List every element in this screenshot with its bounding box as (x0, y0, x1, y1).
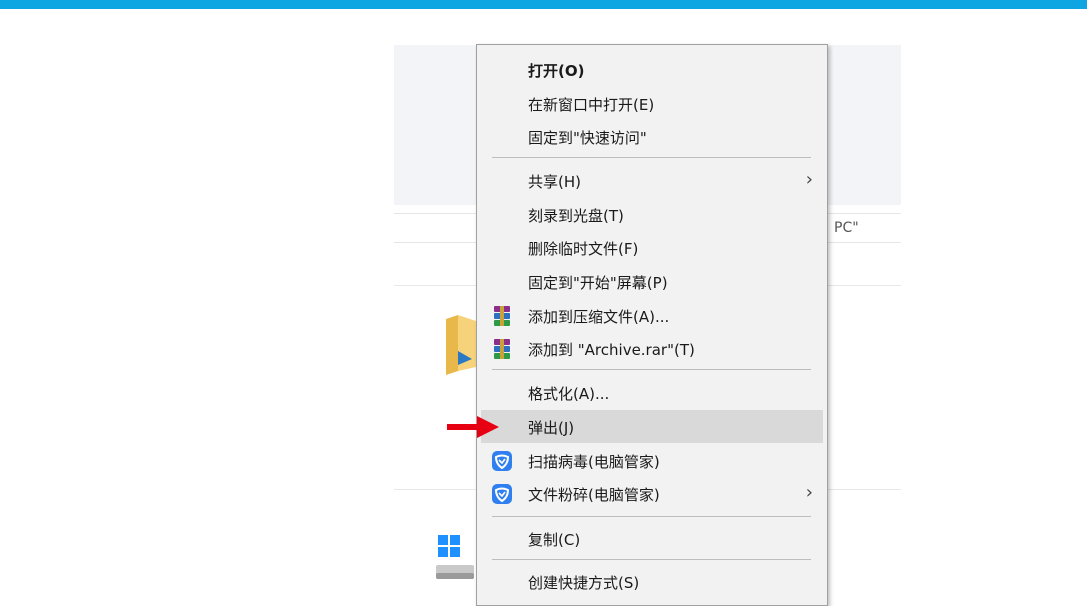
menu-item-label: 刻录到光盘(T) (528, 207, 624, 225)
menu-item-label: 添加到压缩文件(A)... (528, 308, 670, 326)
menu-item-format[interactable]: 格式化(A)... (477, 376, 827, 409)
menu-item-delete-temp-files[interactable]: 删除临时文件(F) (477, 231, 827, 264)
menu-separator (492, 157, 811, 158)
menu-item-pin-quick-access[interactable]: 固定到"快速访问" (477, 120, 827, 153)
menu-item-label: 扫描病毒(电脑管家) (528, 453, 660, 471)
menu-separator (492, 559, 811, 560)
menu-item-label: 文件粉碎(电脑管家) (528, 486, 660, 504)
top-accent-bar (0, 0, 1087, 9)
menu-item-label: 打开(O) (528, 62, 585, 80)
annotation-arrow-icon (447, 416, 499, 438)
tencent-pc-manager-icon (491, 450, 513, 472)
folder-icon[interactable] (444, 315, 478, 375)
menu-item-label: 复制(C) (528, 531, 581, 549)
menu-item-shred-file[interactable]: 文件粉碎(电脑管家) › (477, 477, 827, 510)
address-text: PC" (834, 220, 859, 236)
menu-separator (492, 369, 811, 370)
menu-item-label: 在新窗口中打开(E) (528, 96, 655, 114)
menu-item-pin-start[interactable]: 固定到"开始"屏幕(P) (477, 265, 827, 298)
menu-item-label: 添加到 "Archive.rar"(T) (528, 341, 695, 359)
menu-item-label: 删除临时文件(F) (528, 240, 639, 258)
windows-drive-icon[interactable] (436, 535, 476, 583)
menu-separator (492, 516, 811, 517)
menu-item-copy[interactable]: 复制(C) (477, 522, 827, 555)
menu-item-open-new-window[interactable]: 在新窗口中打开(E) (477, 87, 827, 120)
winrar-icon (494, 339, 510, 359)
menu-item-label: 弹出(J) (528, 419, 575, 437)
menu-item-eject[interactable]: 弹出(J) (481, 410, 823, 443)
menu-item-label: 格式化(A)... (528, 385, 610, 403)
winrar-icon (494, 306, 510, 326)
context-menu: 打开(O) 在新窗口中打开(E) 固定到"快速访问" 共享(H) › 刻录到光盘… (476, 44, 828, 606)
menu-item-create-shortcut[interactable]: 创建快捷方式(S) (477, 565, 827, 598)
menu-item-open[interactable]: 打开(O) (477, 53, 827, 86)
menu-item-burn-disc[interactable]: 刻录到光盘(T) (477, 198, 827, 231)
menu-item-scan-virus[interactable]: 扫描病毒(电脑管家) (477, 444, 827, 477)
tencent-pc-manager-icon (491, 483, 513, 505)
menu-item-add-to-archive-rar[interactable]: 添加到 "Archive.rar"(T) (477, 332, 827, 365)
menu-item-add-to-archive[interactable]: 添加到压缩文件(A)... (477, 299, 827, 332)
chevron-right-icon: › (805, 169, 813, 190)
menu-item-share[interactable]: 共享(H) › (477, 164, 827, 197)
menu-item-label: 固定到"开始"屏幕(P) (528, 274, 668, 292)
menu-item-label: 固定到"快速访问" (528, 129, 647, 147)
menu-item-label: 共享(H) (528, 173, 581, 191)
chevron-right-icon: › (805, 482, 813, 503)
